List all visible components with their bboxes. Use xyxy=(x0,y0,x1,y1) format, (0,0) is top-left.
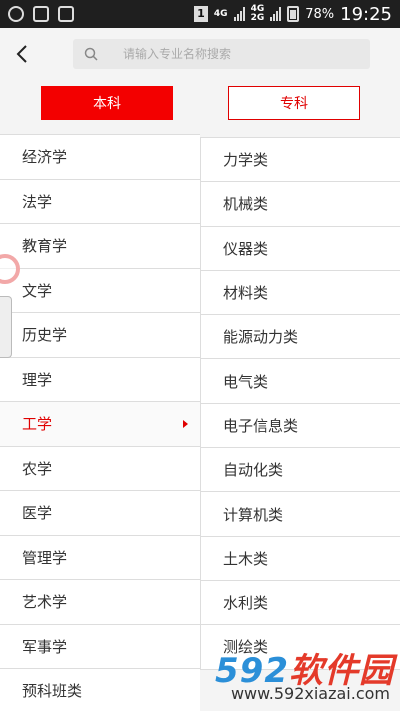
back-button[interactable] xyxy=(0,32,44,76)
clock: 19:25 xyxy=(340,3,392,25)
signal-icon-2 xyxy=(270,7,282,21)
search-box[interactable] xyxy=(73,39,370,69)
category-item-selected[interactable]: 工学 xyxy=(0,402,200,447)
subcategory-item[interactable]: 计算机类 xyxy=(201,492,400,537)
tab-undergraduate[interactable]: 本科 xyxy=(41,86,173,120)
caret-right-icon xyxy=(183,419,188,428)
status-system-icons: 1 4G 4G 2G 78% 19:25 xyxy=(193,3,392,25)
tab-junior-college[interactable]: 专科 xyxy=(228,86,360,120)
recycle-icon xyxy=(58,6,74,22)
category-item[interactable]: 医学 xyxy=(0,491,200,536)
subcategory-item[interactable]: 电子信息类 xyxy=(201,404,400,449)
image-icon xyxy=(33,6,49,22)
category-item[interactable]: 理学 xyxy=(0,357,200,402)
subcategory-item[interactable]: 仪器类 xyxy=(201,227,400,271)
subcategory-item[interactable]: 力学类 xyxy=(201,138,400,183)
degree-tabs: 本科 专科 xyxy=(0,86,400,120)
subcategory-item[interactable]: 机械类 xyxy=(201,182,400,227)
subcategory-item[interactable]: 电气类 xyxy=(201,359,400,404)
category-item[interactable]: 预科班类 xyxy=(0,669,200,711)
category-item[interactable]: 艺术学 xyxy=(0,580,200,625)
subcategory-list: 力学类 机械类 仪器类 材料类 能源动力类 电气类 电子信息类 自动化类 计算机… xyxy=(200,137,400,670)
category-item[interactable]: 文学 xyxy=(0,268,200,313)
network-type-1: 4G xyxy=(213,8,228,19)
category-item[interactable]: 农学 xyxy=(0,446,200,491)
status-notification-icons xyxy=(8,6,74,22)
category-list: 经济学 法学 教育学 文学 历史学 理学 工学 农学 医学 管理学 艺术学 军事… xyxy=(0,134,200,711)
category-item[interactable]: 法学 xyxy=(0,179,200,224)
signal-icon xyxy=(233,7,245,21)
chevron-left-icon xyxy=(16,45,27,63)
battery-percent: 78% xyxy=(305,6,335,22)
category-item[interactable]: 经济学 xyxy=(0,135,200,180)
top-bar xyxy=(0,28,400,80)
subcategory-item[interactable]: 材料类 xyxy=(201,271,400,316)
search-input[interactable] xyxy=(123,47,363,61)
category-item[interactable]: 历史学 xyxy=(0,313,200,358)
sim-indicator: 1 xyxy=(193,6,208,22)
subcategory-item[interactable]: 自动化类 xyxy=(201,448,400,493)
category-item[interactable]: 管理学 xyxy=(0,535,200,580)
battery-icon xyxy=(287,6,300,22)
category-item[interactable]: 教育学 xyxy=(0,224,200,269)
floating-side-tab[interactable] xyxy=(0,296,12,358)
watermark-url: www.592xiazai.com xyxy=(230,684,390,703)
search-icon xyxy=(73,47,109,61)
subcategory-item[interactable]: 土木类 xyxy=(201,537,400,581)
status-bar: 1 4G 4G 2G 78% 19:25 xyxy=(0,0,400,28)
subcategory-item[interactable]: 水利类 xyxy=(201,581,400,626)
subcategory-item[interactable]: 能源动力类 xyxy=(201,315,400,360)
category-item[interactable]: 军事学 xyxy=(0,624,200,669)
network-type-2: 4G 2G xyxy=(250,4,265,23)
compass-icon xyxy=(8,6,24,22)
